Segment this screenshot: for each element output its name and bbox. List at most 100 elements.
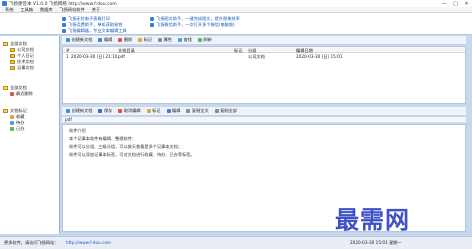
row-group: 公司文档 — [248, 54, 265, 59]
list-toolbar: 创建新文档 编辑 删除 标记 属性 查找 刷新 — [62, 36, 466, 45]
menu-system[interactable]: 系统 — [5, 7, 13, 13]
status-bar: 更多软件，请访问飞扬网站： http://www.f-dou.com 2020-… — [0, 236, 472, 249]
edit-button[interactable]: 编辑 — [98, 37, 112, 43]
button-label: 刷新 — [203, 37, 212, 42]
column-header-mark[interactable]: 标记 — [234, 48, 242, 54]
button-label: 保存 — [103, 108, 113, 113]
sidebar-tree: 全部文档 公司文档 个人日记 技术文档 记事文档 全部文档 最近删除 文档标记 … — [0, 36, 60, 234]
plus-icon — [66, 38, 70, 42]
button-label: 标记 — [152, 108, 161, 113]
search-icon — [178, 38, 183, 42]
button-label: 复制全文 — [191, 108, 209, 113]
create-doc-button-2[interactable]: 创建新文档 — [66, 108, 92, 114]
properties-icon — [158, 38, 163, 42]
button-label: 取消编辑 — [123, 108, 141, 113]
row-edit-date: 2020-03-30 (日) 15:01 — [296, 54, 343, 59]
copy-icon — [214, 109, 219, 113]
menu-database[interactable]: 数据库 — [40, 7, 53, 13]
create-doc-button[interactable]: 创建新文档 — [66, 37, 92, 43]
tree-item-done[interactable]: 已办 — [10, 126, 24, 132]
button-label: 编辑 — [172, 108, 181, 113]
menu-software[interactable]: 飞扬网站软件 — [60, 7, 85, 13]
tree-item-recently-deleted[interactable]: 最近删除 — [10, 91, 33, 97]
folder-icon — [3, 42, 8, 46]
save-icon — [98, 109, 103, 113]
document-list: # 文档目录 标记 分组 编辑日期 1 2020-03-30 (日) 21:10… — [62, 46, 466, 104]
promo-icon — [150, 23, 154, 27]
folder-icon — [3, 109, 8, 113]
website-link[interactable]: http://www.f-dou.com — [66, 240, 111, 245]
refresh-button[interactable]: 刷新 — [197, 37, 212, 43]
button-label: 查找 — [183, 37, 192, 42]
editor-line: 软件介绍 — [69, 128, 86, 133]
star-icon — [138, 38, 143, 42]
edit-button-2[interactable]: 编辑 — [166, 108, 181, 114]
button-label: 复制全部 — [220, 108, 237, 113]
row-created-date: 2020-03-30 (日) 21:10 — [71, 54, 118, 59]
refresh-icon — [197, 38, 202, 42]
promo-icon — [62, 17, 66, 21]
watermark-logo: 最需网 — [335, 206, 410, 234]
promo-link[interactable]: 飞扬微信助手，一次打开多个微信(电脑版) — [156, 22, 235, 28]
trash-icon — [10, 92, 14, 96]
delete-button[interactable]: 删除 — [118, 37, 132, 43]
editor-toolbar: 创建新文档 保存 取消编辑 标记 编辑 复制全文 复制全部 — [62, 107, 466, 116]
find-button[interactable]: 查找 — [178, 37, 192, 43]
properties-button[interactable]: 属性 — [158, 37, 172, 43]
editor-line: 软件可以添加记事本标签，可对文档进行收藏、待办、已办等标签。 — [69, 152, 195, 157]
edit-icon — [98, 38, 103, 42]
tree-item-label: 记事文档 — [17, 65, 34, 70]
copy-icon — [186, 109, 191, 113]
button-label: 属性 — [163, 37, 173, 42]
minimize-button[interactable]: — — [441, 1, 448, 7]
button-label: 编辑 — [103, 37, 113, 42]
folder-icon — [3, 86, 8, 90]
table-row[interactable]: 1 2020-03-30 (日) 21:10 pdf 公司文档 2020-03-… — [63, 54, 465, 60]
done-icon — [10, 127, 14, 131]
row-num: 1 — [66, 54, 69, 59]
column-header-num[interactable]: # — [66, 48, 70, 53]
star-icon — [10, 115, 14, 119]
maximize-button[interactable]: □ — [452, 1, 459, 7]
list-header: # 文档目录 标记 分组 编辑日期 — [63, 47, 465, 53]
cancel-edit-button[interactable]: 取消编辑 — [118, 108, 141, 114]
status-datetime: 2020-03-30 15:01 星期一 — [350, 240, 402, 245]
copy-all-text-button[interactable]: 复制全文 — [186, 108, 209, 114]
button-label: 创建新文档 — [71, 108, 93, 113]
promo-icon — [62, 23, 66, 27]
column-header-group[interactable]: 分组 — [248, 48, 256, 54]
cancel-icon — [118, 109, 123, 113]
plus-icon — [66, 109, 70, 113]
tree-item-label: 已办 — [16, 126, 25, 131]
promo-icon — [150, 17, 154, 21]
document-title-bar: pdf — [62, 117, 466, 123]
button-label: 创建新文档 — [71, 37, 93, 42]
tree-item-notes-docs[interactable]: 记事文档 — [10, 65, 34, 71]
folder-icon — [10, 54, 15, 58]
editor-line: 软件可以分组、三级分组，可以按天查看是多个记事本文档； — [69, 144, 183, 149]
todo-icon — [10, 121, 14, 125]
folder-icon — [10, 60, 15, 64]
promo-link[interactable]: 飞扬编辑器，专业文本编辑工具 — [68, 28, 127, 34]
menu-about[interactable]: 关于 — [92, 7, 100, 13]
menu-tools[interactable]: 工具箱 — [20, 7, 33, 13]
edit-icon — [166, 109, 171, 113]
column-header-edit-date[interactable]: 编辑日期 — [296, 48, 313, 54]
promo-icon — [62, 29, 66, 33]
folder-icon — [10, 66, 15, 70]
copy-all-button[interactable]: 复制全部 — [214, 108, 237, 114]
save-button[interactable]: 保存 — [98, 108, 112, 114]
column-header-title[interactable]: 文档目录 — [118, 48, 135, 54]
status-text: 更多软件，请访问飞扬网站： — [4, 240, 59, 245]
tree-item-label: 最近删除 — [16, 91, 33, 96]
mark-button[interactable]: 标记 — [138, 37, 152, 43]
editor-line: 本个记事本软件有编辑、整理软件： — [69, 136, 137, 141]
mark-button-2[interactable]: 标记 — [146, 108, 161, 114]
button-label: 标记 — [143, 37, 153, 42]
delete-icon — [118, 38, 123, 42]
promo-links-bar: 飞扬无忧电子表格打印 飞扬话费助手，单机获取秘钥 飞扬编辑器，专业文本编辑工具 … — [0, 13, 472, 35]
close-button[interactable]: ✕ — [463, 1, 470, 7]
star-icon — [146, 109, 151, 113]
row-title: pdf — [118, 54, 125, 59]
app-icon — [2, 1, 7, 6]
